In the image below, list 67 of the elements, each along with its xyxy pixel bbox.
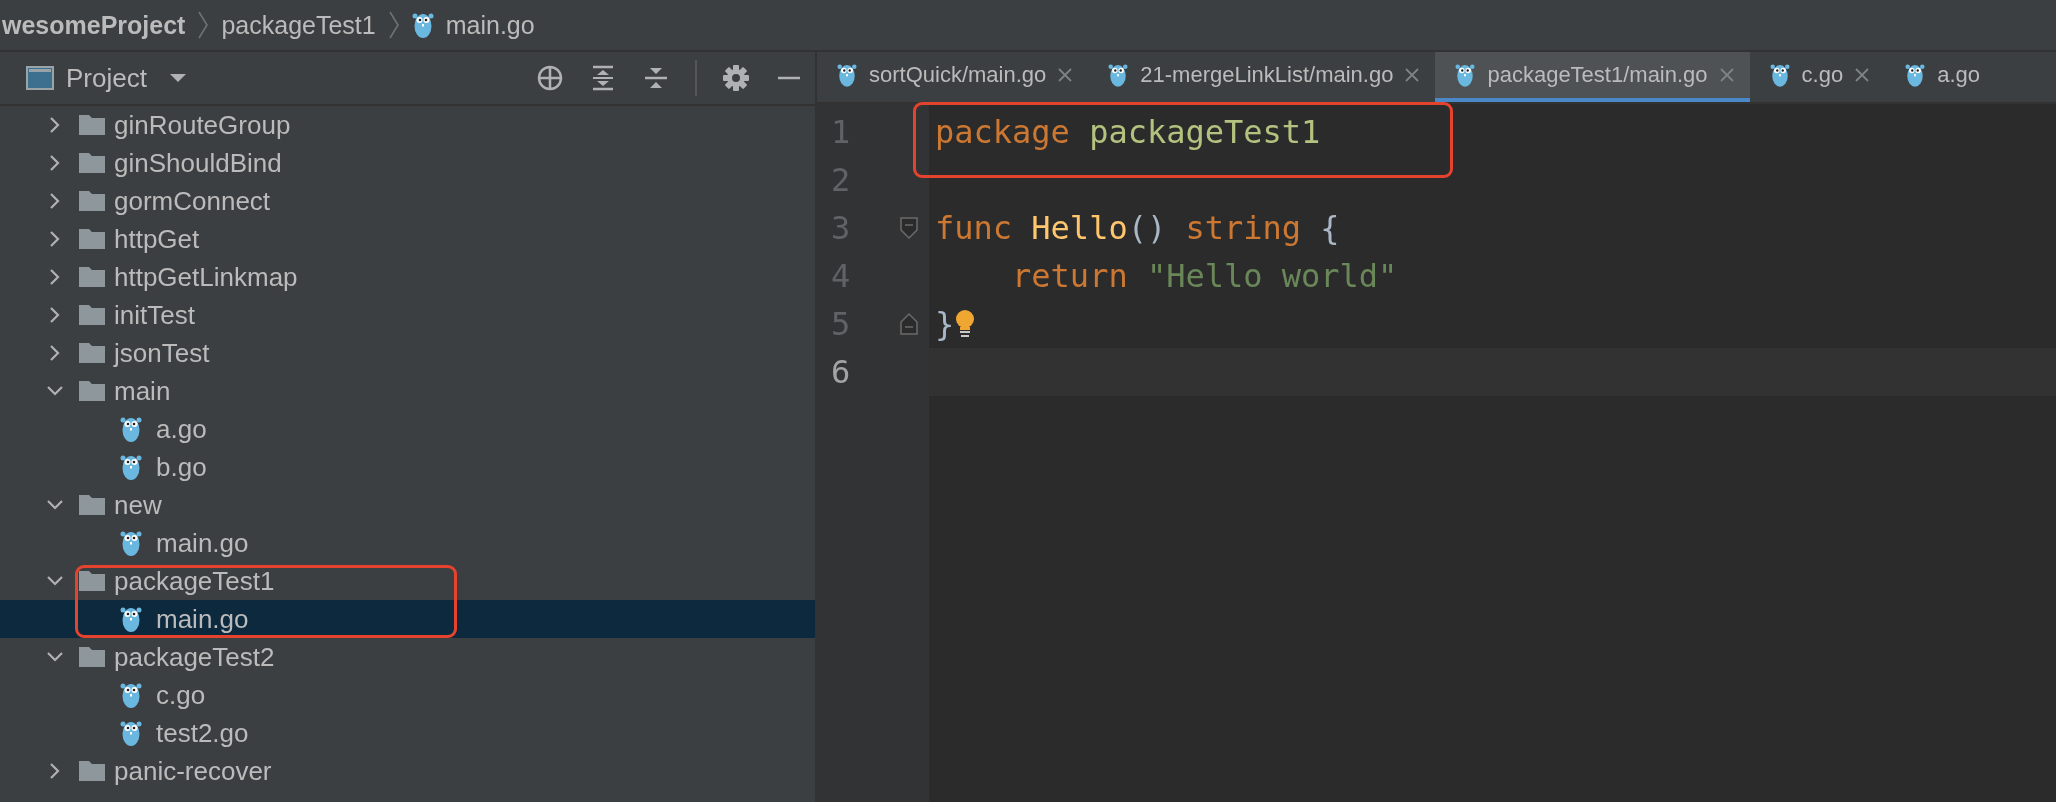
breadcrumb-item[interactable]: packageTest1 (221, 10, 376, 40)
gopher-icon (837, 62, 857, 88)
tree-item[interactable]: panic-recover (0, 752, 815, 790)
folder-icon (78, 570, 106, 592)
tree-item[interactable]: a.go (0, 410, 815, 448)
breadcrumb-item[interactable]: main.go (445, 10, 535, 40)
gopher-icon (120, 605, 142, 633)
folder-icon (78, 266, 106, 288)
tree-item[interactable]: main.go (0, 524, 815, 562)
gopher-icon (1769, 62, 1790, 88)
code-line: return "Hello world" (1011, 257, 1398, 295)
code-line: func Hello() string { (935, 209, 1340, 247)
code-line: package packageTest1 (935, 113, 1321, 151)
tree-item[interactable]: b.go (0, 448, 815, 486)
tree-item[interactable]: c.go (0, 676, 815, 714)
editor-tab[interactable]: 21-mergeLinkList/main.go (1088, 52, 1436, 102)
lightbulb-icon[interactable] (954, 309, 977, 339)
folder-icon (78, 760, 106, 782)
gopher-icon (120, 453, 142, 481)
folder-icon (78, 228, 106, 250)
fold-icon[interactable] (899, 216, 919, 240)
folder-icon (78, 190, 106, 212)
breadcrumb-item[interactable]: wesomeProject (2, 10, 186, 40)
tree-item[interactable]: initTest (0, 296, 815, 334)
folder-icon (78, 646, 106, 668)
tree-item[interactable]: gormConnect (0, 182, 815, 220)
gopher-icon (1108, 62, 1129, 88)
line-number: 6 (830, 353, 852, 391)
editor-tab[interactable]: c.go (1749, 52, 1886, 102)
chevron-icon (197, 10, 210, 40)
tree-item[interactable]: jsonTest (0, 334, 815, 372)
tree-item[interactable]: httpGetLinkmap (0, 258, 815, 296)
panel-title[interactable]: Project (66, 62, 147, 94)
fold-icon[interactable] (899, 312, 919, 336)
editor-tab[interactable]: packageTest1/main.go (1435, 52, 1750, 102)
editor-tab[interactable]: sortQuick/main.go (817, 52, 1089, 102)
chevron-icon (387, 10, 400, 40)
close-icon[interactable] (1405, 68, 1420, 82)
close-icon[interactable] (1058, 68, 1073, 82)
gopher-icon (120, 529, 142, 557)
editor-tab[interactable]: a.go (1885, 52, 1996, 102)
project-window-icon (26, 66, 54, 90)
close-icon[interactable] (1855, 68, 1870, 82)
folder-icon (78, 380, 106, 402)
tree-item[interactable]: packageTest1 (0, 562, 815, 600)
tree-item[interactable]: httpGet (0, 220, 815, 258)
tree-item[interactable]: ginRouteGroup (0, 106, 815, 144)
folder-icon (78, 152, 106, 174)
gopher-icon (120, 719, 142, 747)
tree-item[interactable]: ginShouldBind (0, 144, 815, 182)
tree-item[interactable]: test2.go (0, 714, 815, 752)
folder-icon (78, 342, 106, 364)
code-line: } (935, 305, 955, 343)
gopher-icon (120, 681, 142, 709)
tree-item[interactable]: new (0, 486, 815, 524)
gopher-icon (120, 415, 142, 443)
gopher-icon (1905, 62, 1926, 88)
gopher-icon (1455, 62, 1476, 88)
tree-item[interactable]: main.go (0, 600, 815, 638)
folder-icon (78, 494, 106, 516)
gopher-icon (411, 11, 434, 39)
tree-item[interactable]: packageTest2 (0, 638, 815, 676)
caret-icon[interactable] (168, 73, 187, 83)
tree-item[interactable]: main (0, 372, 815, 410)
folder-icon (78, 114, 106, 136)
folder-icon (78, 304, 106, 326)
crosshair-icon[interactable] (536, 64, 564, 92)
